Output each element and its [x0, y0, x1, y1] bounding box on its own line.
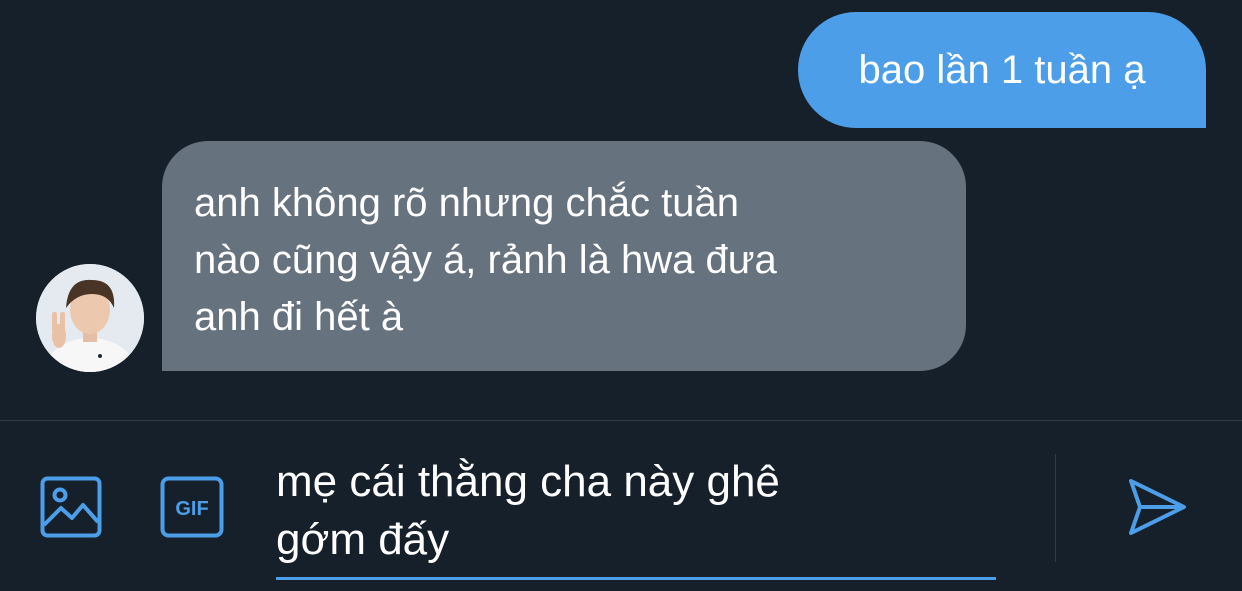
message-input-text: mẹ cái thằng cha này ghê gớm đấy: [276, 457, 780, 564]
sent-message-text: bao lần 1 tuần ạ: [858, 48, 1146, 92]
gif-label: GIF: [175, 498, 208, 520]
image-button[interactable]: [40, 476, 102, 538]
gif-icon: GIF: [160, 476, 224, 538]
send-divider: [1055, 454, 1056, 562]
image-icon: [40, 476, 102, 538]
composer-divider: [0, 420, 1242, 421]
received-message-bubble[interactable]: anh không rõ nhưng chắc tuần nào cũng vậ…: [162, 141, 966, 371]
received-message-text: anh không rõ nhưng chắc tuần nào cũng vậ…: [194, 181, 777, 339]
send-button[interactable]: [1126, 476, 1188, 538]
message-input[interactable]: mẹ cái thằng cha này ghê gớm đấy: [276, 447, 996, 580]
chat-screen: bao lần 1 tuần ạ anh không rõ nhưng chắc…: [0, 0, 1242, 591]
avatar[interactable]: [36, 264, 144, 372]
avatar-photo: [36, 264, 144, 372]
sent-message-bubble[interactable]: bao lần 1 tuần ạ: [798, 12, 1206, 128]
send-icon: [1129, 479, 1186, 535]
gif-button[interactable]: GIF: [160, 476, 224, 538]
